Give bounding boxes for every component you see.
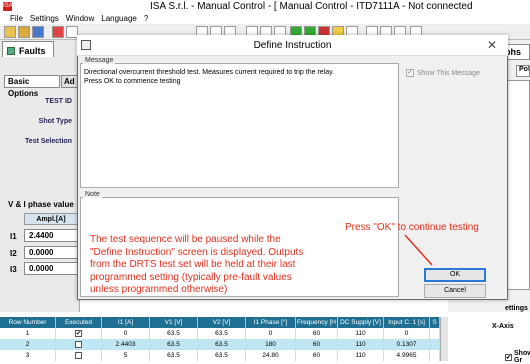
- cell-frequency[interactable]: 60: [296, 328, 338, 339]
- col-s[interactable]: S: [430, 317, 440, 328]
- executed-checkbox[interactable]: ✔: [75, 329, 82, 337]
- col-v2[interactable]: V2 [V]: [198, 317, 246, 328]
- executed-checkbox[interactable]: [75, 340, 82, 348]
- table-header: Row Number Executed I1 [A] V1 [V] V2 [V]…: [0, 317, 440, 328]
- cell-i1-phase[interactable]: 0: [246, 328, 296, 339]
- col-i1[interactable]: I1 [A]: [102, 317, 150, 328]
- col-frequency[interactable]: Frequency [H: [296, 317, 338, 328]
- cell-i1-phase[interactable]: 24.80: [246, 350, 296, 361]
- arrow-to-ok: [404, 234, 433, 266]
- table-row[interactable]: 2 2.4403 63.5 63.5 180 60 110 0.1307: [0, 339, 440, 350]
- cell-row-number: 2: [0, 339, 56, 350]
- cell-input-c1[interactable]: 0: [384, 328, 430, 339]
- cell-executed[interactable]: ✔: [56, 328, 102, 339]
- table-scrollbar[interactable]: [440, 317, 448, 361]
- cell-frequency[interactable]: 60: [296, 339, 338, 350]
- cell-v1[interactable]: 63.5: [150, 328, 198, 339]
- col-v1[interactable]: V1 [V]: [150, 317, 198, 328]
- cell-v2[interactable]: 63.5: [198, 328, 246, 339]
- table-row[interactable]: 3 5 63.5 63.5 24.80 60 110 4.9965: [0, 350, 440, 361]
- cell-executed[interactable]: [56, 350, 102, 361]
- col-dc-supply[interactable]: DC Supply [V]: [338, 317, 384, 328]
- col-i1-phase[interactable]: I1 Phase [°]: [246, 317, 296, 328]
- cell-row-number: 1: [0, 328, 56, 339]
- cell-dc-supply[interactable]: 110: [338, 350, 384, 361]
- executed-checkbox[interactable]: [75, 351, 82, 359]
- cell-s[interactable]: [430, 350, 440, 361]
- cell-v2[interactable]: 63.5: [198, 350, 246, 361]
- cell-v1[interactable]: 63.5: [150, 350, 198, 361]
- cell-v1[interactable]: 63.5: [150, 339, 198, 350]
- cell-frequency[interactable]: 60: [296, 350, 338, 361]
- table-row[interactable]: 1 ✔ 0 63.5 63.5 0 60 110 0: [0, 328, 440, 339]
- cell-i1[interactable]: 2.4403: [102, 339, 150, 350]
- cell-i1[interactable]: 5: [102, 350, 150, 361]
- cell-input-c1[interactable]: 4.9965: [384, 350, 430, 361]
- cell-i1-phase[interactable]: 180: [246, 339, 296, 350]
- cell-executed[interactable]: [56, 339, 102, 350]
- cell-input-c1[interactable]: 0.1307: [384, 339, 430, 350]
- cell-row-number: 3: [0, 350, 56, 361]
- cell-dc-supply[interactable]: 110: [338, 339, 384, 350]
- cell-s[interactable]: [430, 339, 440, 350]
- cell-v2[interactable]: 63.5: [198, 339, 246, 350]
- annotation-arrows: [89, 234, 433, 346]
- cell-s[interactable]: [430, 328, 440, 339]
- col-executed[interactable]: Executed: [56, 317, 102, 328]
- cell-i1[interactable]: 0: [102, 328, 150, 339]
- col-row-number[interactable]: Row Number: [0, 317, 56, 328]
- cell-dc-supply[interactable]: 110: [338, 328, 384, 339]
- col-input-c1[interactable]: Input C. 1 [s]: [384, 317, 430, 328]
